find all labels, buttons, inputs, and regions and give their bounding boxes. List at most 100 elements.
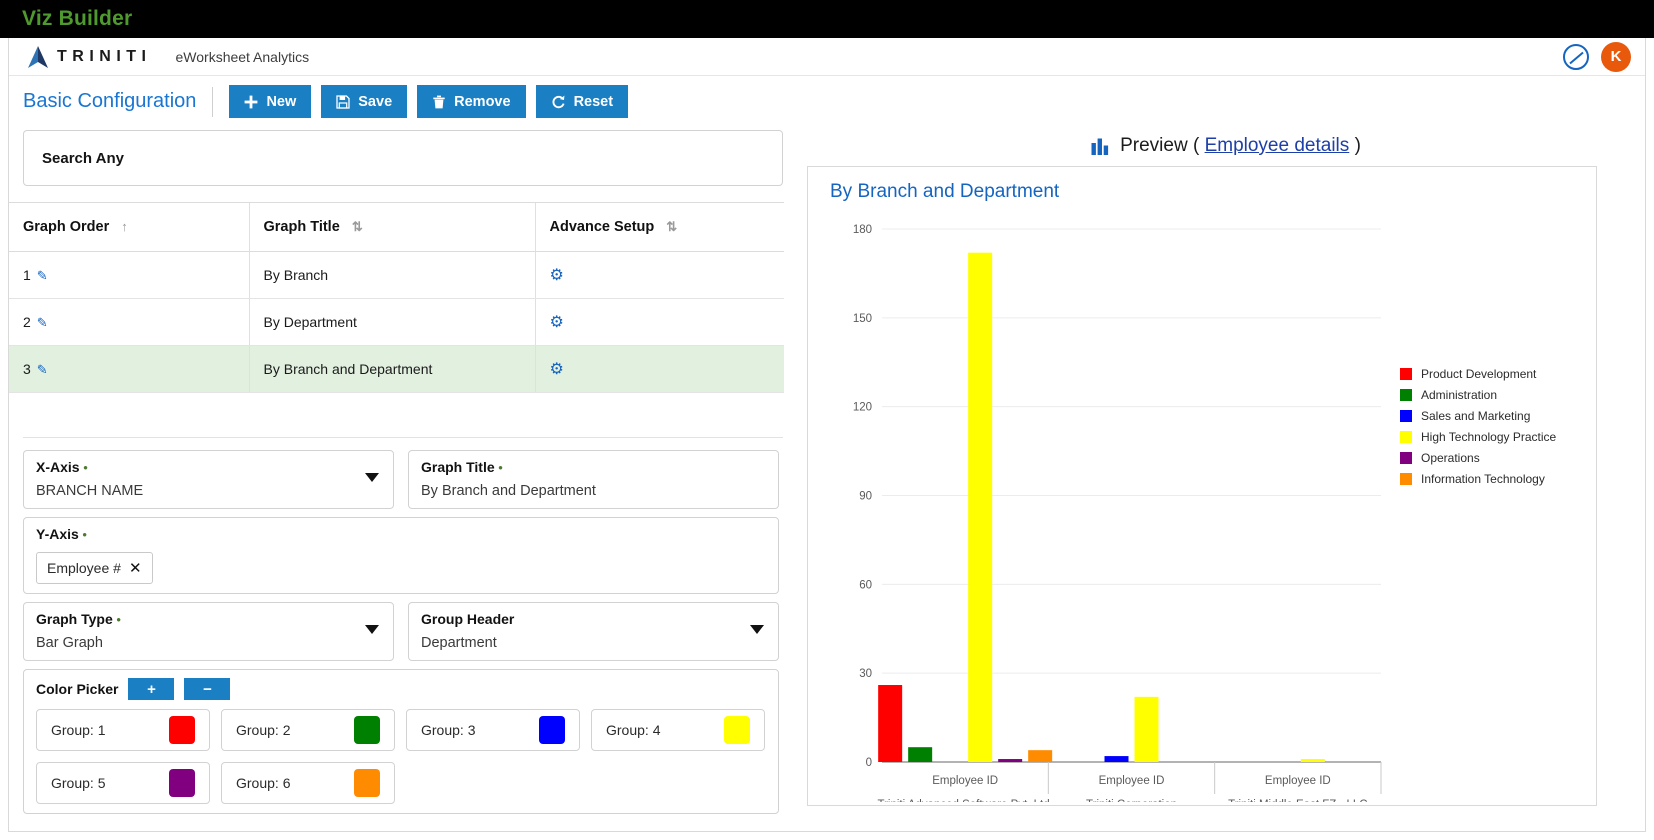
main-split: Search Any Graph Order ↑ Graph Title ⇅ A… [9, 126, 1645, 816]
chevron-down-icon[interactable] [365, 473, 379, 482]
legend-item[interactable]: Product Development [1400, 367, 1556, 381]
employee-details-link[interactable]: Employee details [1205, 135, 1350, 156]
chart-bar[interactable] [1104, 756, 1129, 762]
cell-graph-order: 2 ✎ [9, 298, 249, 346]
y-axis-tick-label: 60 [859, 579, 872, 591]
color-swatch[interactable] [354, 716, 380, 744]
toolbar: Basic Configuration New Save Remove Rese… [9, 76, 1645, 126]
save-button[interactable]: Save [321, 85, 408, 118]
column-label-advance-setup: Advance Setup [549, 219, 655, 235]
column-header-graph-order[interactable]: Graph Order ↑ [9, 202, 249, 252]
chart-bar[interactable] [1028, 750, 1053, 762]
chart-bar[interactable] [1300, 759, 1325, 762]
new-button[interactable]: New [229, 85, 312, 118]
cell-graph-title: By Branch [248, 251, 535, 299]
legend-item[interactable]: High Technology Practice [1400, 430, 1556, 444]
search-input[interactable]: Search Any [23, 130, 783, 186]
edit-pencil-icon[interactable]: ✎ [37, 362, 48, 377]
chart-bar[interactable] [908, 747, 933, 762]
close-icon[interactable]: ✕ [129, 559, 142, 577]
color-group-item[interactable]: Group: 3 [406, 709, 580, 751]
color-swatch[interactable] [169, 716, 195, 744]
y-axis-chip-label: Employee # [47, 560, 121, 576]
brand-header: TRINITI eWorksheet Analytics K [9, 38, 1645, 76]
y-axis-field[interactable]: Y-Axis • Employee # ✕ [23, 517, 779, 594]
chevron-down-icon[interactable] [750, 625, 764, 634]
add-color-group-button[interactable]: + [128, 678, 175, 700]
legend-label: High Technology Practice [1421, 430, 1557, 444]
required-marker: • [112, 612, 121, 627]
group-header-field[interactable]: Group Header Department [408, 602, 779, 661]
gear-icon[interactable]: ⚙ [550, 267, 564, 284]
chart-gridlines [882, 228, 1381, 763]
chart-bar[interactable] [968, 252, 993, 762]
x-axis-group-label: Triniti Corporation [1086, 799, 1177, 802]
y-axis-tick-label: 0 [866, 757, 872, 769]
y-axis-chip[interactable]: Employee # ✕ [36, 552, 153, 584]
preview-pane: Preview ( Employee details ) By Branch a… [799, 126, 1645, 816]
chart-card: By Branch and Department 0 30 60 90 120 150 18… [807, 166, 1597, 806]
preview-suffix: ) [1354, 135, 1361, 156]
bar-chart-plot: 0 30 60 90 120 150 180 Employee ID Triniti Adva… [853, 224, 1382, 802]
color-swatch[interactable] [354, 769, 380, 797]
color-group-label: Group: 2 [236, 722, 291, 738]
column-header-advance-setup[interactable]: Advance Setup ⇅ [534, 202, 784, 252]
legend-swatch [1400, 389, 1412, 401]
legend-item[interactable]: Administration [1400, 388, 1556, 402]
legend-item[interactable]: Operations [1400, 451, 1556, 465]
x-axis-field[interactable]: X-Axis • BRANCH NAME [23, 450, 394, 509]
color-group-item[interactable]: Group: 5 [36, 762, 210, 804]
table-row[interactable]: 3 ✎ By Branch and Department ⚙ [9, 345, 784, 393]
graph-type-field[interactable]: Graph Type • Bar Graph [23, 602, 394, 661]
legend-label: Operations [1421, 451, 1480, 465]
remove-color-group-button[interactable]: − [184, 678, 231, 700]
legend-item[interactable]: Sales and Marketing [1400, 409, 1556, 423]
legend-item[interactable]: Information Technology [1400, 472, 1556, 486]
remove-button[interactable]: Remove [417, 85, 526, 118]
cell-advance-setup: ⚙ [534, 345, 784, 393]
edit-pencil-icon[interactable]: ✎ [37, 268, 48, 283]
floppy-disk-icon [336, 94, 350, 109]
cell-graph-title: By Branch and Department [248, 345, 535, 393]
graph-type-label: Graph Type [36, 611, 113, 627]
edit-pencil-icon[interactable]: ✎ [37, 315, 48, 330]
cell-graph-order: 1 ✎ [9, 251, 249, 299]
sort-both-icon: ⇅ [351, 219, 363, 234]
avatar[interactable]: K [1601, 41, 1631, 72]
remove-button-label: Remove [454, 93, 511, 110]
color-group-item[interactable]: Group: 6 [221, 762, 395, 804]
required-marker: • [494, 460, 503, 475]
y-axis-tick-label: 150 [853, 313, 872, 325]
legend-swatch [1400, 431, 1412, 443]
table-body: 1 ✎ By Branch ⚙ 2 ✎ By Department ⚙ 3 ✎ By Branch … [9, 251, 784, 393]
chart-bar[interactable] [1134, 696, 1159, 762]
block-icon[interactable] [1563, 43, 1589, 70]
color-swatch[interactable] [724, 716, 750, 744]
table-row[interactable]: 1 ✎ By Branch ⚙ [9, 251, 784, 299]
cell-advance-setup: ⚙ [534, 298, 784, 346]
x-axis-tick-label: Employee ID [932, 775, 998, 787]
preview-prefix: Preview ( [1120, 135, 1200, 156]
reset-button[interactable]: Reset [535, 85, 629, 118]
sort-both-icon: ⇅ [666, 219, 678, 234]
table-row[interactable]: 2 ✎ By Department ⚙ [9, 298, 784, 346]
table-header-row: Graph Order ↑ Graph Title ⇅ Advance Setu… [9, 202, 784, 252]
gear-icon[interactable]: ⚙ [550, 361, 564, 378]
color-picker-header: Color Picker + − [36, 678, 766, 700]
chart-bar[interactable] [998, 759, 1023, 762]
gear-icon[interactable]: ⚙ [550, 314, 564, 331]
graph-title-field[interactable]: Graph Title • By Branch and Department [408, 450, 779, 509]
x-axis-value: BRANCH NAME [36, 483, 144, 499]
x-axis-tick-label: Employee ID [1099, 775, 1165, 787]
color-group-item[interactable]: Group: 2 [221, 709, 395, 751]
application-frame: TRINITI eWorksheet Analytics K Basic Con… [8, 38, 1646, 832]
chart-bar[interactable] [878, 685, 903, 762]
color-swatch[interactable] [169, 769, 195, 797]
color-group-label: Group: 3 [421, 722, 476, 738]
chevron-down-icon[interactable] [365, 625, 379, 634]
column-header-graph-title[interactable]: Graph Title ⇅ [248, 202, 535, 252]
color-swatch[interactable] [539, 716, 565, 744]
color-group-item[interactable]: Group: 4 [591, 709, 765, 751]
color-group-item[interactable]: Group: 1 [36, 709, 210, 751]
legend-swatch [1400, 452, 1412, 464]
